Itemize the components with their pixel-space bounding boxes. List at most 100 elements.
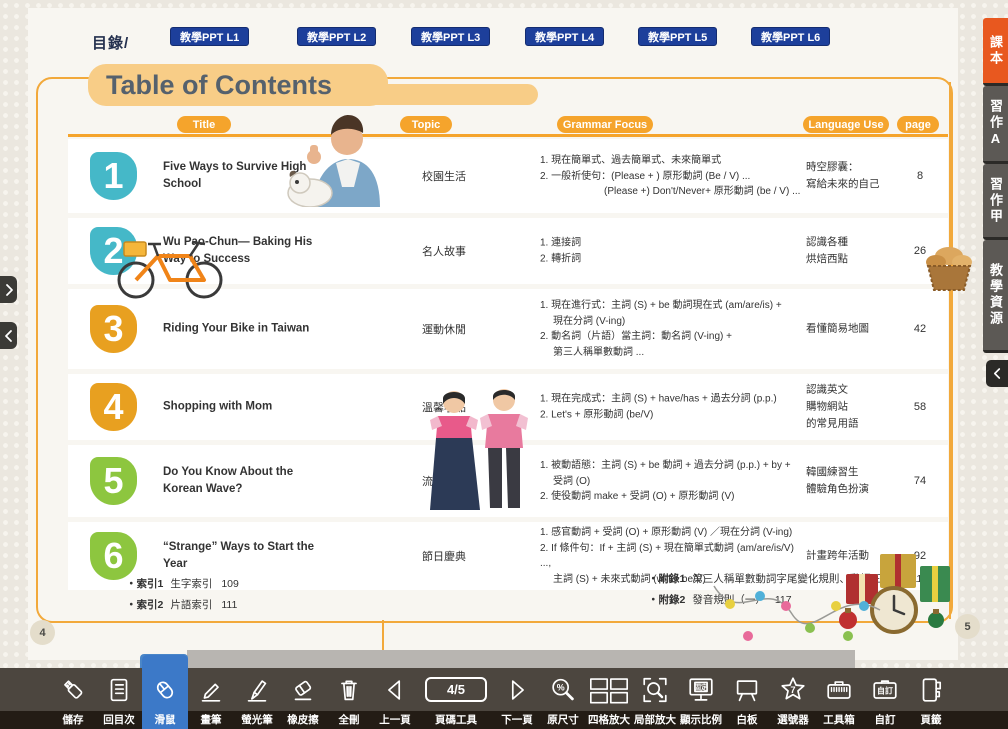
left-panel-collapse-arrow[interactable] xyxy=(0,322,17,349)
unit-language-use: 認識各種 烘焙西點 xyxy=(806,234,902,268)
chevron-right-icon xyxy=(4,283,14,297)
unit-page-number: 58 xyxy=(898,401,942,413)
unit-topic: 校園生活 xyxy=(398,168,490,184)
title-banner: Table of Contents xyxy=(88,64,388,106)
tab-textbook[interactable]: 課本 xyxy=(983,18,1008,86)
region-magnifier-icon xyxy=(640,668,670,711)
zoom-percent-icon: % xyxy=(548,668,578,711)
unit-title: “Strange” Ways to Start the Year xyxy=(163,539,333,573)
trash-icon xyxy=(334,668,364,711)
pencil-icon xyxy=(196,668,226,711)
unit-page-number: 92 xyxy=(898,550,942,562)
unit-topic: 溫馨小品 xyxy=(398,399,490,415)
save-button[interactable]: 儲存 xyxy=(50,668,96,729)
unit-language-use: 韓國練習生 體驗角色扮演 xyxy=(806,464,902,498)
ppt-button-l6[interactable]: 教學PPT L6 xyxy=(751,27,830,46)
column-header-title: Title xyxy=(177,116,231,133)
svg-text:7: 7 xyxy=(790,684,795,694)
chevron-left-icon xyxy=(993,367,1002,380)
tab-workbook-a[interactable]: 習作A xyxy=(983,86,1008,164)
unit-title: Shopping with Mom xyxy=(163,399,333,416)
page-number-left: 4 xyxy=(30,620,55,645)
custom-case-icon: 自訂 xyxy=(870,668,900,711)
unit-page-number: 26 xyxy=(898,245,942,257)
column-header-page: page xyxy=(897,116,939,133)
ppt-button-l1[interactable]: 教學PPT L1 xyxy=(170,27,249,46)
toolbox-button[interactable]: 工具箱 xyxy=(816,668,862,729)
tab-teaching-resources[interactable]: 教學資源 xyxy=(983,240,1008,353)
whiteboard-button[interactable]: 白板 xyxy=(724,668,770,729)
tab-workbook-jia[interactable]: 習作甲 xyxy=(983,164,1008,240)
book-page-spread: 目錄/ Table of Contents 教學PPT L1 教學PPT L2 … xyxy=(28,8,958,660)
number-picker-button[interactable]: 7 選號器 xyxy=(770,668,816,729)
previous-page-button[interactable]: 上一頁 xyxy=(372,668,418,729)
highlighter-tool-button[interactable]: 螢光筆 xyxy=(234,668,280,729)
unit-number-badge: 6 xyxy=(90,532,137,580)
svg-text:自訂: 自訂 xyxy=(877,685,893,695)
sidebar-collapse-button[interactable] xyxy=(986,360,1008,387)
ppt-button-l5[interactable]: 教學PPT L5 xyxy=(638,27,717,46)
unit-number-badge: 1 xyxy=(90,152,137,200)
unit-title: Five Ways to Survive High School xyxy=(163,159,333,193)
page-indicator[interactable]: 4/5 xyxy=(425,677,487,702)
unit-language-use: 看懂簡易地圖 xyxy=(806,321,902,338)
page-number-right: 5 xyxy=(955,614,980,639)
unit-number-badge: 4 xyxy=(90,383,137,431)
unit-language-use: 計畫跨年活動 xyxy=(806,548,902,565)
original-size-button[interactable]: % 原尺寸 xyxy=(540,668,586,729)
column-header-language-use: Language Use xyxy=(803,116,889,133)
unit-page-number: 8 xyxy=(898,170,942,182)
left-panel-expand-arrow[interactable] xyxy=(0,276,17,303)
column-header-grammar-focus: Grammar Focus xyxy=(557,116,653,133)
unit-language-use: 時空膠囊： 寫給未來的自己 xyxy=(806,159,902,193)
unit-number-badge: 3 xyxy=(90,305,137,353)
table-header: Title Topic Grammar Focus Language Use p… xyxy=(68,116,948,134)
contents-table: 1 Five Ways to Survive High School 校園生活 … xyxy=(68,139,948,595)
partial-zoom-button[interactable]: 局部放大 xyxy=(632,668,678,729)
unit-page-number: 74 xyxy=(898,475,942,487)
four-pane-zoom-button[interactable]: 四格放大 xyxy=(586,668,632,729)
monitor-fixed-icon: 固定 xyxy=(686,668,716,711)
pen-tool-button[interactable]: 畫筆 xyxy=(188,668,234,729)
unit-number-badge: 2 xyxy=(90,227,137,275)
column-header-topic: Topic xyxy=(400,116,452,133)
page-title: Table of Contents xyxy=(88,70,332,101)
triangle-right-icon xyxy=(502,668,532,711)
page-number-tool[interactable]: 4/5 頁碼工具 xyxy=(418,668,494,729)
display-ratio-button[interactable]: 固定 顯示比例 xyxy=(678,668,724,729)
unit-title: Wu Pao-Chun— Baking His Way to Success xyxy=(163,234,333,268)
svg-text:固定: 固定 xyxy=(694,682,708,691)
unit-title: Riding Your Bike in Taiwan xyxy=(163,321,333,338)
index-list: ・索引1生字索引109 ・索引2片語索引111 xyxy=(126,574,239,616)
ppt-button-l3[interactable]: 教學PPT L3 xyxy=(411,27,490,46)
unit-grammar-focus: 1. 現在完成式：主詞 (S) + have/has + 過去分詞 (p.p.)… xyxy=(540,392,802,423)
table-row-unit2: 2 Wu Pao-Chun— Baking His Way to Success… xyxy=(68,218,948,284)
book-tabs-sidebar: 課本 習作A 習作甲 教學資源 xyxy=(983,18,1008,353)
unit-topic: 流行文化 xyxy=(398,473,490,489)
unit-title: Do You Know About the Korean Wave? xyxy=(163,464,333,498)
unit-number-badge: 5 xyxy=(90,457,137,505)
delete-all-button[interactable]: 全刪 xyxy=(326,668,372,729)
whiteboard-icon xyxy=(732,668,762,711)
unit-page-number: 42 xyxy=(898,323,942,335)
unit-grammar-focus: 1. 被動語態：主詞 (S) + be 動詞 + 過去分詞 (p.p.) + b… xyxy=(540,458,802,505)
mouse-icon xyxy=(150,668,180,711)
usb-save-icon xyxy=(58,668,88,711)
next-page-button[interactable]: 下一頁 xyxy=(494,668,540,729)
eraser-tool-button[interactable]: 橡皮擦 xyxy=(280,668,326,729)
unit-grammar-focus: 1. 現在進行式：主詞 (S) + be 動詞現在式 (am/are/is) +… xyxy=(540,298,802,360)
table-row-unit1: 1 Five Ways to Survive High School 校園生活 … xyxy=(68,139,948,213)
ppt-button-l2[interactable]: 教學PPT L2 xyxy=(297,27,376,46)
back-to-toc-button[interactable]: 回目次 xyxy=(96,668,142,729)
page-slider-track[interactable] xyxy=(187,650,855,670)
unit-topic: 運動休閒 xyxy=(398,321,490,337)
table-row-unit3: 3 Riding Your Bike in Taiwan 運動休閒 1. 現在進… xyxy=(68,289,948,369)
unit-topic: 名人故事 xyxy=(398,243,490,259)
custom-button[interactable]: 自訂 自訂 xyxy=(862,668,908,729)
triangle-left-icon xyxy=(380,668,410,711)
toolbar: 儲存 回目次 滑鼠 畫筆 螢光筆 xyxy=(0,668,1008,729)
page-tabs-button[interactable]: 頁籤 xyxy=(908,668,954,729)
svg-text:%: % xyxy=(557,682,565,692)
mouse-tool-button[interactable]: 滑鼠 xyxy=(142,668,188,729)
ppt-button-l4[interactable]: 教學PPT L4 xyxy=(525,27,604,46)
